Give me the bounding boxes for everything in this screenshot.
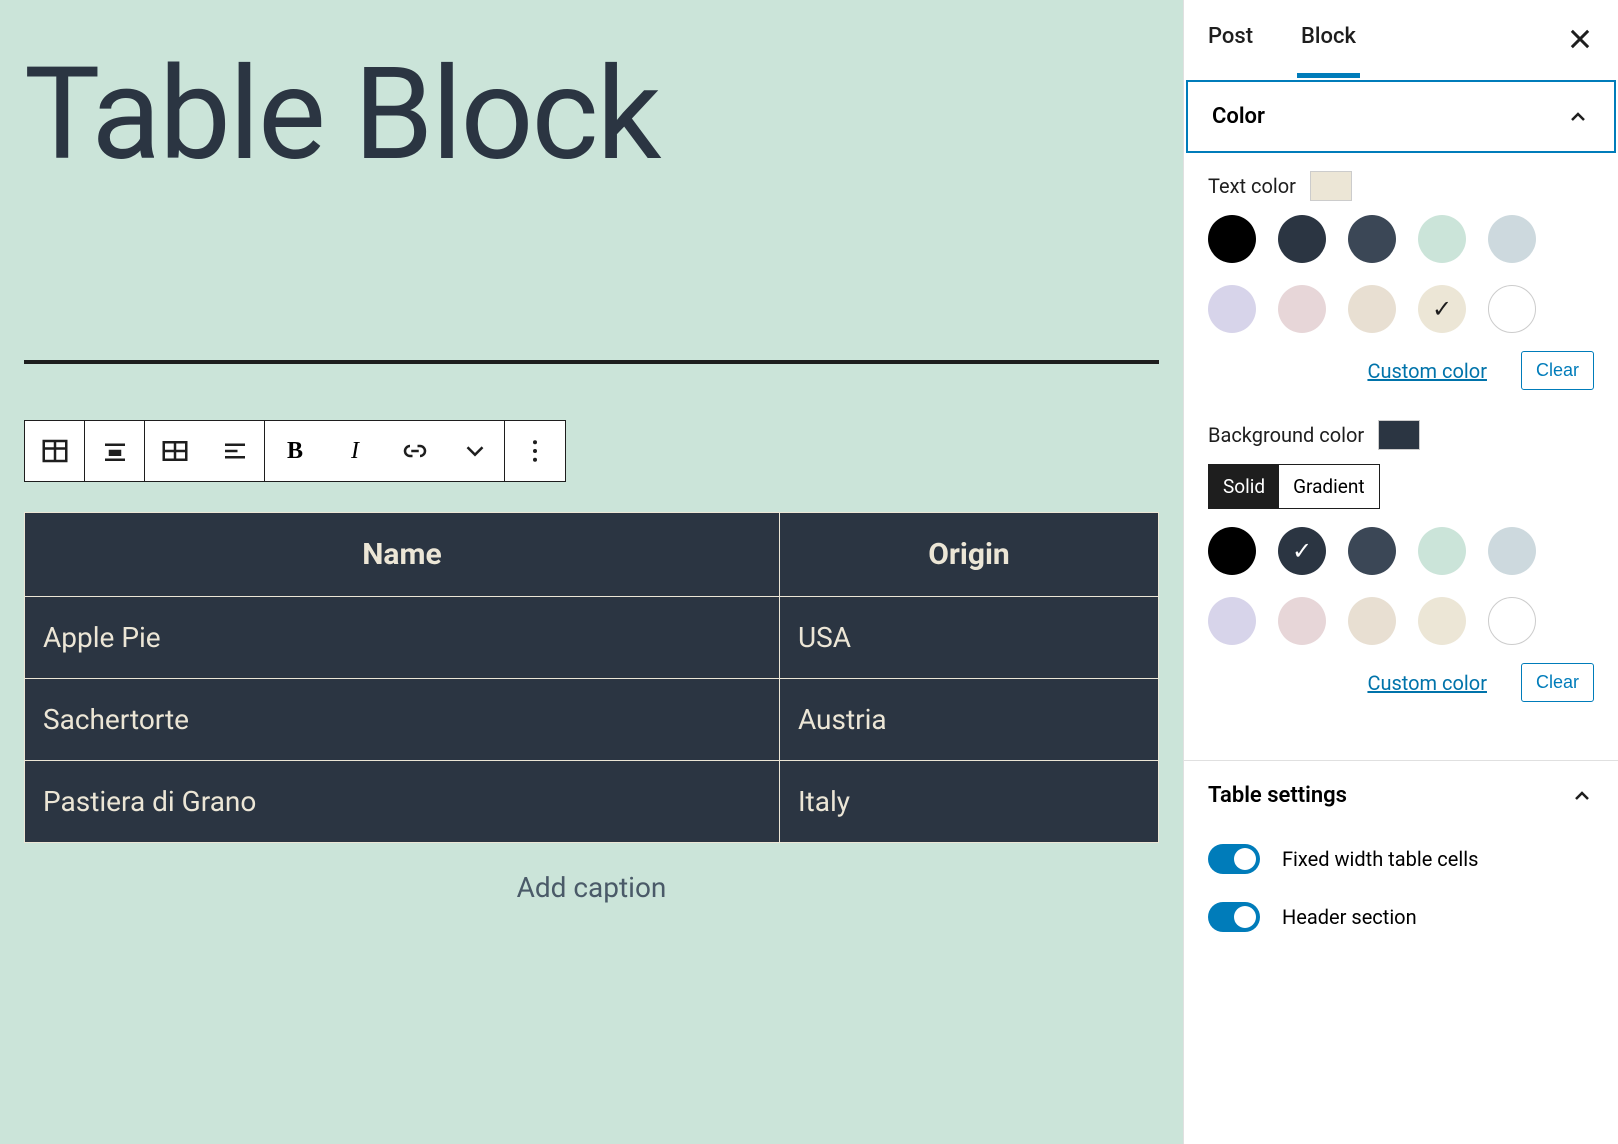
block-toolbar: B I — [24, 420, 566, 482]
bg-color-swatches: ✓ — [1208, 527, 1594, 645]
table-cell[interactable]: USA — [779, 597, 1158, 679]
bg-clear-button[interactable]: Clear — [1521, 663, 1594, 702]
bg-custom-color-link[interactable]: Custom color — [1367, 671, 1487, 695]
chevron-up-icon — [1566, 105, 1590, 129]
table-settings-title: Table settings — [1208, 783, 1347, 808]
header-section-setting: Header section — [1184, 888, 1618, 946]
more-formatting-button[interactable] — [445, 421, 505, 481]
color-swatch[interactable] — [1348, 597, 1396, 645]
settings-sidebar: Post Block Color Text color ✓ Custom col… — [1183, 0, 1618, 1144]
table-edit-icon — [160, 436, 190, 466]
text-custom-color-link[interactable]: Custom color — [1367, 359, 1487, 383]
header-section-toggle[interactable] — [1208, 902, 1260, 932]
color-swatch[interactable] — [1348, 215, 1396, 263]
drag-handle-button[interactable] — [85, 421, 145, 481]
color-swatch[interactable] — [1208, 597, 1256, 645]
color-swatch[interactable] — [1488, 597, 1536, 645]
bg-color-label-row: Background color — [1208, 420, 1594, 450]
table-cell[interactable]: Austria — [779, 679, 1158, 761]
chevron-down-icon — [460, 436, 490, 466]
editor-canvas: Table Block B I Name Origin — [0, 0, 1183, 1144]
table-row: Pastiera di GranoItaly — [25, 761, 1159, 843]
color-swatch[interactable] — [1488, 285, 1536, 333]
color-swatch[interactable] — [1278, 215, 1326, 263]
bg-color-label: Background color — [1208, 423, 1364, 447]
color-swatch[interactable]: ✓ — [1278, 527, 1326, 575]
edit-table-button[interactable] — [145, 421, 205, 481]
bg-mode-toggle: Solid Gradient — [1208, 464, 1380, 509]
table-cell[interactable]: Italy — [779, 761, 1158, 843]
check-icon: ✓ — [1292, 537, 1312, 565]
table-cell[interactable]: Apple Pie — [25, 597, 780, 679]
check-icon: ✓ — [1432, 295, 1452, 323]
page-title[interactable]: Table Block — [24, 40, 1159, 190]
sidebar-tabs: Post Block — [1184, 0, 1618, 78]
link-icon — [400, 436, 430, 466]
tab-block[interactable]: Block — [1297, 0, 1360, 78]
separator-block[interactable] — [24, 360, 1159, 364]
italic-icon: I — [351, 438, 359, 465]
close-sidebar-button[interactable] — [1562, 21, 1598, 57]
more-vertical-icon — [520, 436, 550, 466]
fixed-width-toggle[interactable] — [1208, 844, 1260, 874]
bg-mode-solid[interactable]: Solid — [1209, 465, 1279, 508]
column-align-button[interactable] — [205, 421, 265, 481]
more-options-button[interactable] — [505, 421, 565, 481]
table-header-cell[interactable]: Name — [25, 513, 780, 597]
table-row: SachertorteAustria — [25, 679, 1159, 761]
table-block[interactable]: Name Origin Apple PieUSA SachertorteAust… — [24, 512, 1159, 843]
color-swatch[interactable] — [1418, 215, 1466, 263]
color-swatch[interactable] — [1208, 285, 1256, 333]
color-swatch[interactable] — [1348, 285, 1396, 333]
color-panel-toggle[interactable]: Color — [1186, 80, 1616, 153]
bg-color-preview — [1378, 420, 1420, 450]
text-clear-button[interactable]: Clear — [1521, 351, 1594, 390]
fixed-width-setting: Fixed width table cells — [1184, 830, 1618, 888]
bold-icon: B — [287, 438, 303, 465]
color-swatch[interactable]: ✓ — [1418, 285, 1466, 333]
color-swatch[interactable] — [1278, 597, 1326, 645]
table-row: Apple PieUSA — [25, 597, 1159, 679]
caption-input[interactable]: Add caption — [24, 871, 1159, 904]
align-icon — [100, 436, 130, 466]
header-section-label: Header section — [1282, 905, 1417, 929]
color-swatch[interactable] — [1348, 527, 1396, 575]
fixed-width-label: Fixed width table cells — [1282, 847, 1478, 871]
color-swatch[interactable] — [1488, 215, 1536, 263]
color-swatch[interactable] — [1488, 527, 1536, 575]
table-cell[interactable]: Pastiera di Grano — [25, 761, 780, 843]
text-color-label-row: Text color — [1208, 171, 1594, 201]
color-swatch[interactable] — [1278, 285, 1326, 333]
block-type-button[interactable] — [25, 421, 85, 481]
color-swatch[interactable] — [1208, 527, 1256, 575]
align-left-icon — [220, 436, 250, 466]
table-header-cell[interactable]: Origin — [779, 513, 1158, 597]
tab-post[interactable]: Post — [1204, 0, 1257, 78]
link-button[interactable] — [385, 421, 445, 481]
color-swatch[interactable] — [1418, 527, 1466, 575]
color-swatch[interactable] — [1418, 597, 1466, 645]
table-settings-panel-toggle[interactable]: Table settings — [1184, 760, 1618, 830]
table-cell[interactable]: Sachertorte — [25, 679, 780, 761]
text-color-preview — [1310, 171, 1352, 201]
text-color-swatches: ✓ — [1208, 215, 1594, 333]
italic-button[interactable]: I — [325, 421, 385, 481]
table-icon — [40, 436, 70, 466]
chevron-up-icon — [1570, 784, 1594, 808]
color-panel-title: Color — [1212, 104, 1265, 129]
color-panel-body: Text color ✓ Custom color Clear Backgrou… — [1184, 153, 1618, 760]
bold-button[interactable]: B — [265, 421, 325, 481]
text-color-label: Text color — [1208, 174, 1296, 198]
color-swatch[interactable] — [1208, 215, 1256, 263]
close-icon — [1566, 25, 1594, 53]
bg-mode-gradient[interactable]: Gradient — [1279, 465, 1378, 508]
